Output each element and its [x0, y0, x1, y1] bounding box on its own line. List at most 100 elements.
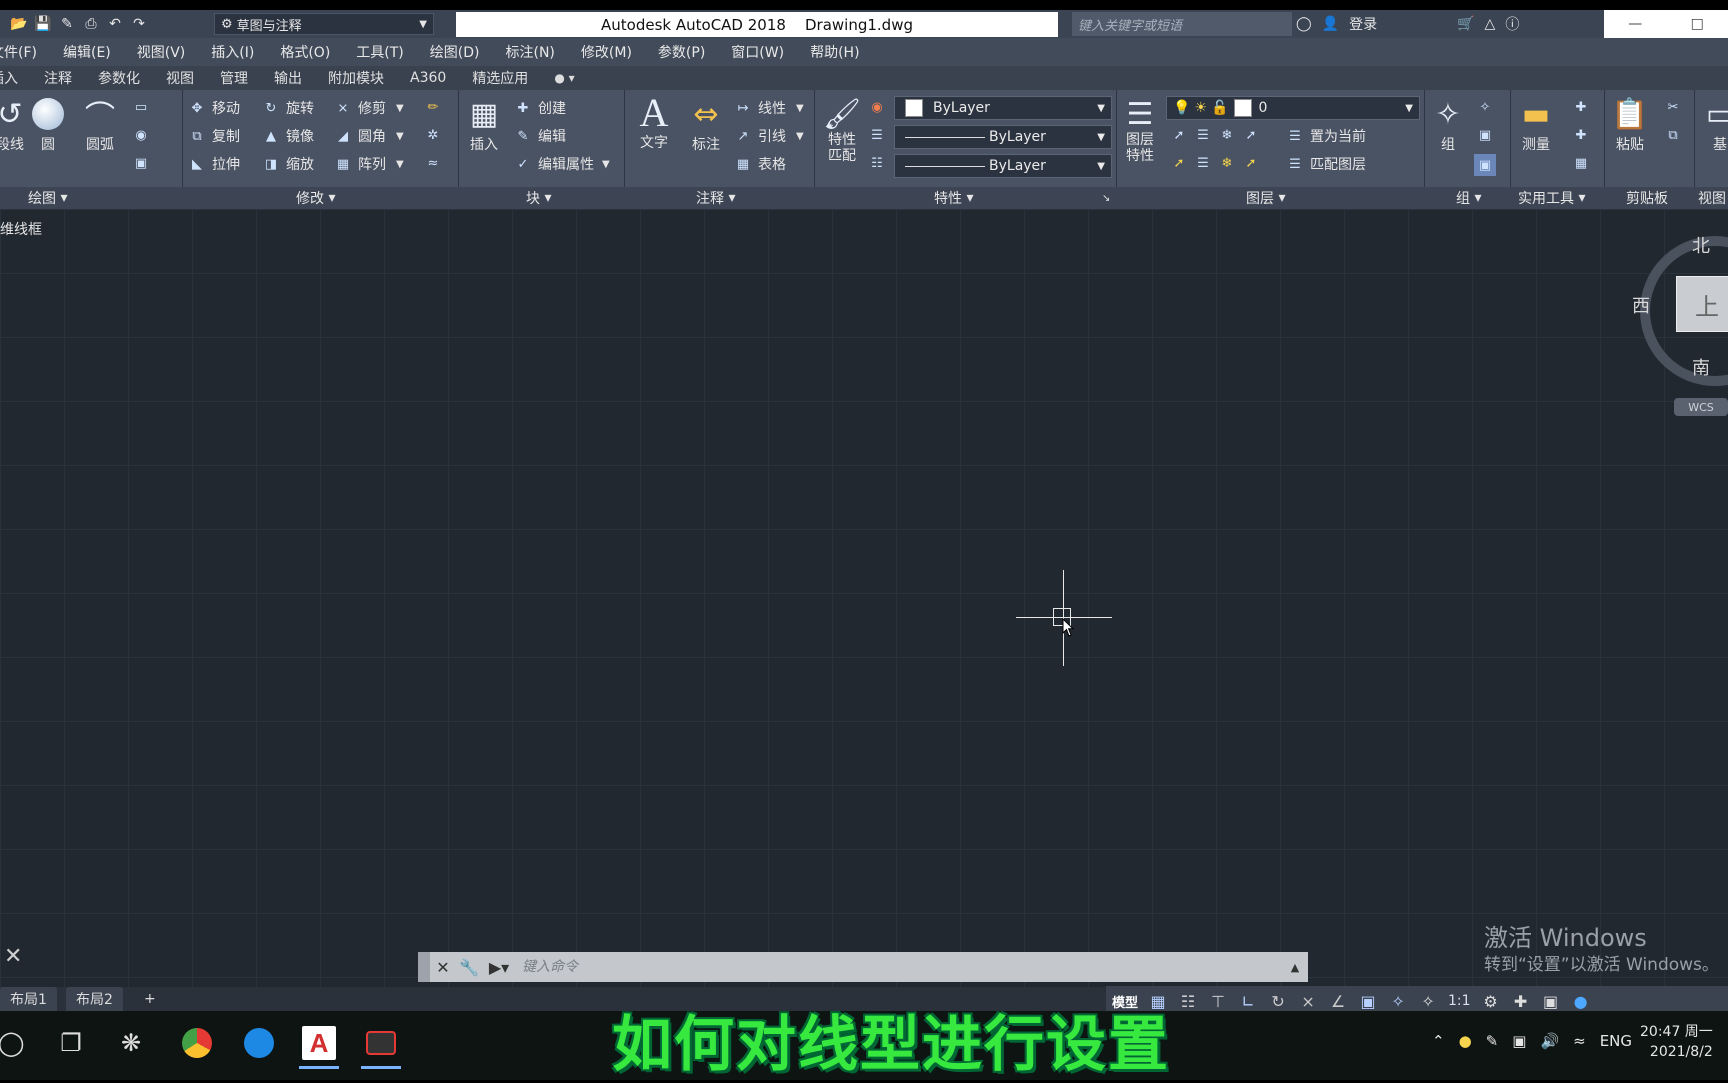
ungroup-tool[interactable]: ✧: [1476, 98, 1500, 116]
gear-icon[interactable]: ⚙: [1481, 992, 1501, 1011]
tab-featured-apps[interactable]: 精选应用: [472, 68, 528, 88]
leader-button[interactable]: ↗ 引线 ▼: [734, 126, 804, 146]
menu-parametric[interactable]: 参数(P): [658, 42, 705, 62]
copy-clip-tool[interactable]: ⧉: [1664, 126, 1688, 144]
tab-annotate[interactable]: 注释: [44, 68, 72, 88]
move-button[interactable]: ✥ 移动: [188, 98, 240, 118]
menu-dimension[interactable]: 标注(N): [506, 42, 555, 62]
binoculars-icon[interactable]: ◯: [1296, 16, 1312, 32]
viewcube-south[interactable]: 南: [1692, 354, 1710, 380]
hatch-tool[interactable]: ◉: [132, 126, 156, 144]
text-button[interactable]: A 文字: [636, 90, 672, 152]
panel-label-view[interactable]: 视图: [1698, 187, 1726, 209]
user-icon[interactable]: 👤: [1322, 16, 1339, 32]
menu-window[interactable]: 窗口(W): [731, 42, 784, 62]
grid-icon[interactable]: ▦: [1148, 992, 1168, 1011]
clock[interactable]: 20:47 周一 2021/8/2: [1640, 1022, 1713, 1062]
viewcube-north[interactable]: 北: [1692, 232, 1710, 258]
tab-view[interactable]: 视图: [166, 68, 194, 88]
annotation-scale-value[interactable]: 1:1: [1448, 993, 1471, 1009]
print-icon[interactable]: ⎙: [82, 15, 100, 33]
tab-layout2[interactable]: 布局2: [66, 987, 123, 1011]
snap-icon[interactable]: ☷: [1178, 992, 1198, 1011]
menu-draw[interactable]: 绘图(D): [430, 42, 480, 62]
lineweight-combo[interactable]: ByLayer ▼: [894, 154, 1112, 178]
layer-isolate-icon[interactable]: ☰: [1194, 126, 1212, 144]
redo-icon[interactable]: ↷: [130, 15, 148, 33]
auto-scale-icon[interactable]: ✧: [1418, 992, 1438, 1011]
input-method-icon[interactable]: ✎: [1486, 1032, 1499, 1050]
menu-insert[interactable]: 插入(I): [211, 42, 254, 62]
calculator-tool[interactable]: ▦: [1572, 154, 1596, 172]
color-combo[interactable]: ByLayer ▼: [894, 96, 1112, 120]
panel-label-clipboard[interactable]: 剪贴板: [1626, 187, 1668, 209]
close-icon[interactable]: ✕: [430, 952, 456, 982]
workspace-selector[interactable]: ⚙ 草图与注释 ▼: [214, 13, 434, 35]
trim-button[interactable]: ⨯ 修剪 ▼: [334, 98, 404, 118]
layer-combo[interactable]: 💡 ☀ 🔓 0 ▼: [1166, 96, 1420, 120]
layer-off-icon[interactable]: ➚: [1170, 126, 1188, 144]
plus-icon[interactable]: ✚: [1511, 992, 1531, 1011]
create-block-button[interactable]: ✚ 创建: [514, 98, 566, 118]
cut-tool[interactable]: ✂: [1664, 98, 1688, 116]
autocad-taskbar-icon[interactable]: A: [302, 1026, 336, 1060]
rectangle-tool[interactable]: ▭: [132, 98, 156, 116]
set-current-button[interactable]: ☰ 置为当前: [1286, 126, 1366, 146]
properties-dialog-launcher[interactable]: ↘: [1102, 187, 1110, 209]
language-indicator[interactable]: ENG: [1600, 1032, 1632, 1050]
explode-tool[interactable]: ✲: [424, 126, 448, 144]
annotation-scale-icon[interactable]: ✧: [1388, 992, 1408, 1011]
layer-unisolate-icon[interactable]: ☰: [1194, 154, 1212, 172]
menu-format[interactable]: 格式(O): [280, 42, 330, 62]
add-layout-button[interactable]: +: [134, 987, 166, 1011]
layer-properties-button[interactable]: ☰ 图层 特性: [1122, 96, 1158, 165]
panel-label-groups[interactable]: 组 ▾: [1456, 187, 1481, 209]
osnap-track-icon[interactable]: ⨯: [1298, 992, 1318, 1011]
undo-icon[interactable]: ↶: [106, 15, 124, 33]
command-input[interactable]: [516, 951, 1282, 983]
panel-label-modify[interactable]: 修改 ▾: [296, 187, 335, 209]
polar-icon[interactable]: ↻: [1268, 992, 1288, 1011]
search-input[interactable]: 键入关键字或短语: [1072, 12, 1292, 36]
group-button[interactable]: ✧ 组: [1430, 96, 1466, 154]
point-tool[interactable]: ✚: [1572, 126, 1596, 144]
array-button[interactable]: ▦ 阵列 ▼: [334, 154, 404, 174]
minimize-icon[interactable]: —: [1628, 16, 1642, 32]
viewcube-top-face[interactable]: 上: [1676, 276, 1728, 332]
isolate-objects-icon[interactable]: ●: [1571, 992, 1591, 1011]
table-button[interactable]: ▦ 表格: [734, 154, 786, 174]
menu-tools[interactable]: 工具(T): [356, 42, 403, 62]
workspace-switch-icon[interactable]: ▣: [1541, 992, 1561, 1011]
tab-addins[interactable]: 附加模块: [328, 68, 384, 88]
tab-options-icon[interactable]: ● ▾: [554, 71, 574, 85]
cortana-search-icon[interactable]: ◯: [0, 1026, 28, 1060]
drawing-canvas[interactable]: [0, 209, 1728, 987]
tray-app-icon[interactable]: ●: [1459, 1032, 1472, 1050]
stretch-button[interactable]: ◣ 拉伸: [188, 154, 240, 174]
battery-icon[interactable]: ▣: [1512, 1032, 1526, 1050]
layer-lock-icon[interactable]: ➚: [1242, 126, 1260, 144]
lineweight-icon-btn[interactable]: ☰: [868, 126, 892, 144]
infer-icon[interactable]: ⊤: [1208, 992, 1228, 1011]
a360-icon[interactable]: △: [1485, 16, 1496, 32]
app-icon-pinwheel[interactable]: ❋: [114, 1026, 148, 1060]
rotate-button[interactable]: ↻ 旋转: [262, 98, 314, 118]
base-view-button[interactable]: ▭ 基: [1702, 96, 1728, 154]
tab-output[interactable]: 输出: [274, 68, 302, 88]
insert-block-button[interactable]: ▦ 插入: [466, 96, 502, 154]
maximize-icon[interactable]: □: [1691, 16, 1704, 32]
annotation-visibility-icon[interactable]: ▣: [1358, 992, 1378, 1011]
fillet-button[interactable]: ◢ 圆角 ▼: [334, 126, 404, 146]
offset-tool[interactable]: ≈: [424, 154, 448, 172]
region-tool[interactable]: ▣: [132, 154, 156, 172]
chevron-up-icon[interactable]: ⌃: [1432, 1032, 1445, 1050]
menu-file[interactable]: 文件(F): [0, 42, 37, 62]
viewcube-west[interactable]: 西: [1632, 292, 1650, 318]
recorder-icon[interactable]: [364, 1026, 398, 1060]
cart-icon[interactable]: 🛒: [1457, 16, 1474, 32]
command-prompt-icon[interactable]: ▶▾: [482, 952, 516, 982]
linetype-combo[interactable]: ByLayer ▼: [894, 125, 1112, 149]
menu-modify[interactable]: 修改(M): [581, 42, 632, 62]
mirror-button[interactable]: ▲ 镜像: [262, 126, 314, 146]
edit-block-button[interactable]: ✎ 编辑: [514, 126, 566, 146]
